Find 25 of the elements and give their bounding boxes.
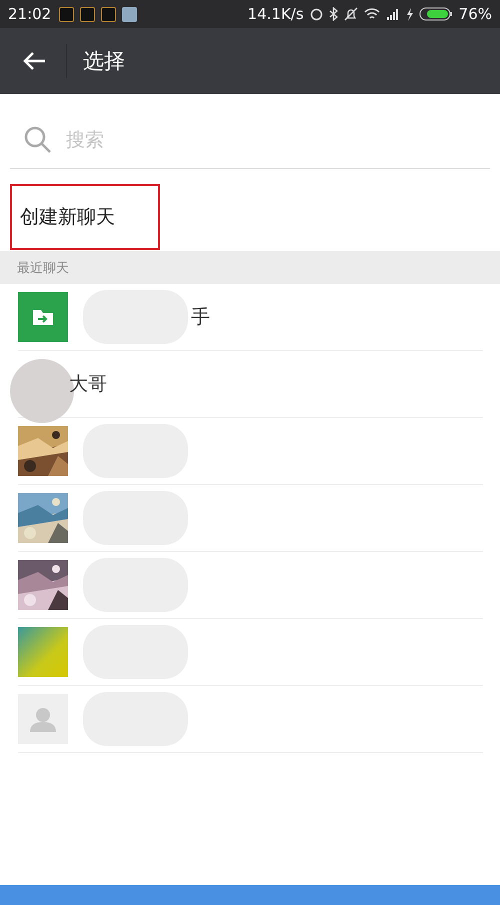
status-time: 21:02 xyxy=(8,5,52,23)
folder-avatar-icon xyxy=(18,292,68,342)
person-avatar-icon xyxy=(18,694,68,744)
network-speed: 14.1K/s xyxy=(248,5,304,23)
notification-icon xyxy=(59,6,74,22)
gradient-avatar-icon xyxy=(18,627,68,677)
page-title: 选择 xyxy=(83,48,125,75)
notification-icon xyxy=(80,6,96,22)
chat-name: 大哥 xyxy=(69,372,107,397)
chat-name: 手 xyxy=(191,305,210,330)
battery-percent: 76% xyxy=(458,5,492,23)
signal-icon xyxy=(386,8,400,20)
bluetooth-icon xyxy=(328,7,338,21)
battery-icon xyxy=(418,7,453,21)
sync-icon xyxy=(310,8,323,20)
bell-off-icon xyxy=(344,7,358,21)
wifi-icon xyxy=(364,8,380,20)
search-field[interactable]: 搜索 xyxy=(64,128,476,152)
create-chat-item[interactable]: 创建新聊天 xyxy=(10,184,160,250)
back-arrow-icon xyxy=(22,51,46,71)
search-icon xyxy=(24,126,52,154)
section-title: 最近聊天 xyxy=(17,260,69,276)
notification-icon xyxy=(101,6,116,22)
notification-icon xyxy=(122,6,138,22)
charging-icon xyxy=(406,8,413,20)
